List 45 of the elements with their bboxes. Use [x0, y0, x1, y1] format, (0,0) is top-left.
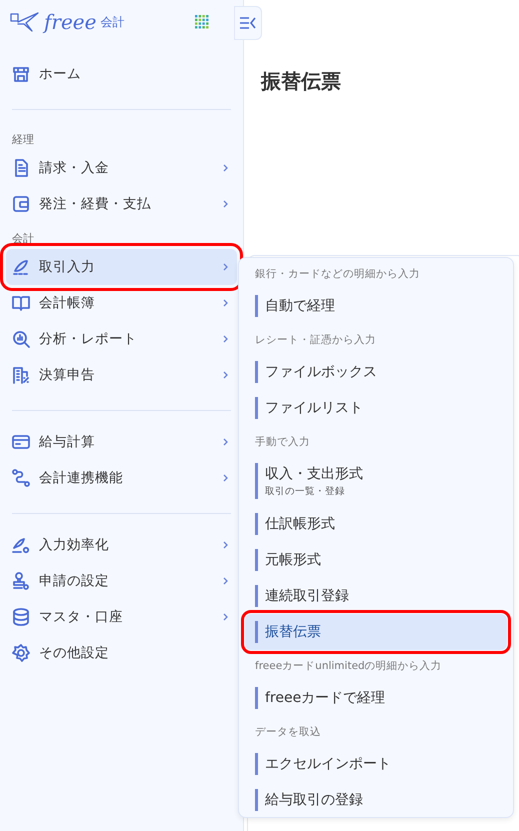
sidebar-item[interactable]: 申請の設定	[6, 563, 237, 599]
group-heading: freeeカードunlimitedの明細から入力	[254, 659, 443, 674]
sidebar-item[interactable]: 会計連携機能	[6, 460, 237, 496]
submenu-item[interactable]: 自動で経理	[245, 288, 507, 324]
submenu-item[interactable]: 給与取引の登録	[245, 782, 507, 818]
submenu-item[interactable]: エクセルインポート	[245, 746, 507, 782]
sidebar-item[interactable]: 取引入力	[6, 249, 237, 285]
sidebar-item[interactable]: 決算申告	[6, 357, 237, 393]
page-title: 振替伝票	[261, 68, 342, 95]
database-icon	[11, 607, 31, 627]
connection-icon	[11, 468, 31, 488]
sidebar-item[interactable]: ホーム	[6, 56, 237, 92]
sidebar-item[interactable]: 請求・入金	[6, 150, 237, 186]
settings-icon	[11, 643, 31, 663]
section-heading: 会計	[11, 231, 35, 247]
group-heading: 銀行・カードなどの明細から入力	[254, 267, 421, 282]
stamp-icon	[11, 571, 31, 591]
sidebar-item[interactable]: 分析・レポート	[6, 321, 237, 357]
card-icon	[11, 432, 31, 452]
submenu-item[interactable]: 収入・支出形式 取引の一覧・登録	[245, 456, 507, 506]
submenu-item[interactable]: 仕訳帳形式	[245, 506, 507, 542]
group-heading: 手動で入力	[254, 435, 311, 450]
submenu-item[interactable]: ファイルボックス	[245, 354, 507, 390]
book-icon	[11, 293, 31, 313]
building-icon	[11, 365, 31, 385]
group-heading: データを取込	[254, 725, 322, 740]
wallet-icon	[11, 194, 31, 214]
submenu-item[interactable]: freeeカードで経理	[245, 680, 507, 716]
submenu-item[interactable]: ファイルリスト	[245, 390, 507, 426]
sidebar-item[interactable]: 会計帳簿	[6, 285, 237, 321]
collapse-menu-icon[interactable]	[234, 6, 262, 40]
group-heading: レシート・証憑から入力	[254, 333, 377, 348]
sidebar-item[interactable]: 給与計算	[6, 424, 237, 460]
pen-icon	[11, 257, 31, 277]
pen-gear-icon	[11, 535, 31, 555]
submenu-item[interactable]: 元帳形式	[245, 542, 507, 578]
sidebar-item[interactable]: 入力効率化	[6, 527, 237, 563]
submenu-item[interactable]: 連続取引登録	[245, 578, 507, 614]
sidebar-item[interactable]: その他設定	[6, 635, 237, 671]
sidebar-item[interactable]: 発注・経費・支払	[6, 186, 237, 222]
magnifier-chart-icon	[11, 329, 31, 349]
sidebar-item[interactable]: マスタ・口座	[6, 599, 237, 635]
store-icon	[11, 64, 31, 84]
section-heading: 経理	[11, 132, 35, 148]
submenu-item[interactable]: 振替伝票	[245, 614, 507, 650]
